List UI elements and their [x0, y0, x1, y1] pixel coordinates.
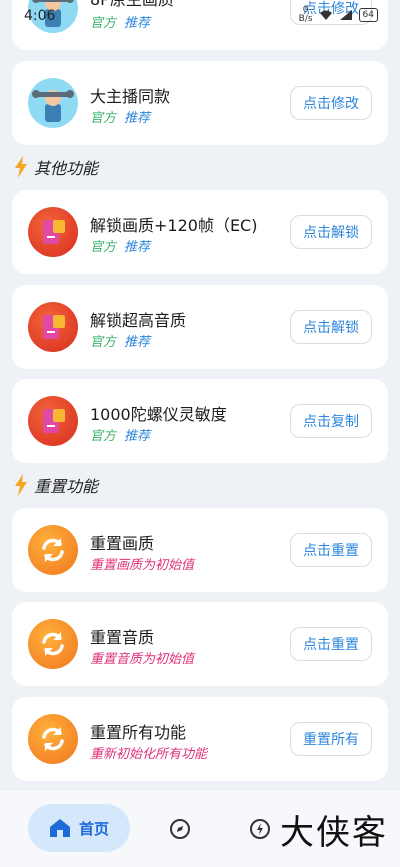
- card-title: 大主播同款: [90, 87, 171, 106]
- unlock-button[interactable]: 点击解锁: [290, 215, 372, 249]
- tag-official: 官方: [90, 240, 117, 255]
- puzzle-gift-icon: [28, 207, 78, 257]
- unlock-button[interactable]: 点击解锁: [290, 310, 372, 344]
- card-tags: 官方 推荐: [90, 107, 150, 126]
- nav-home-label: 首页: [78, 819, 109, 838]
- reset-card: 重置所有功能 重新初始化所有功能 重置所有: [12, 697, 388, 781]
- wifi-icon: [319, 10, 332, 20]
- feature-card: 大主播同款 官方 推荐 点击修改: [12, 61, 388, 145]
- compass-icon[interactable]: [169, 818, 191, 840]
- card-title: 重置画质: [90, 534, 155, 553]
- tag-recommend: 推荐: [124, 335, 151, 350]
- card-subtitle: 重置音质为初始值: [90, 652, 195, 667]
- net-speed: 0 B/s: [299, 6, 313, 24]
- reset-card: 重置音质 重置音质为初始值 点击重置: [12, 602, 388, 686]
- tag-recommend: 推荐: [124, 240, 151, 255]
- refresh-icon: [28, 619, 78, 669]
- card-title: 重置音质: [90, 628, 155, 647]
- watermark-logo: 大侠客: [280, 813, 388, 853]
- battery-indicator: 64: [358, 8, 378, 22]
- reset-button[interactable]: 点击重置: [290, 627, 372, 661]
- reset-all-button[interactable]: 重置所有: [290, 722, 372, 756]
- card-title: 重置所有功能: [90, 723, 187, 742]
- card-title: 解锁超高音质: [90, 311, 187, 330]
- card-title: 1000陀螺仪灵敏度: [90, 405, 227, 424]
- net-speed-unit: B/s: [298, 14, 313, 24]
- tag-official: 官方: [90, 335, 117, 350]
- card-tags: 官方 推荐: [90, 425, 150, 444]
- refresh-icon: [28, 525, 78, 575]
- card-tags: 官方 推荐: [90, 331, 150, 350]
- status-indicators: 0 B/s 64: [299, 6, 378, 24]
- section-header-other: 其他功能: [14, 155, 98, 179]
- tag-official: 官方: [90, 111, 117, 126]
- copy-button[interactable]: 点击复制: [290, 404, 372, 438]
- section-title: 重置功能: [34, 477, 99, 496]
- modify-button[interactable]: 点击修改: [290, 86, 372, 120]
- tag-recommend: 推荐: [124, 111, 151, 126]
- feature-card: 解锁超高音质 官方 推荐 点击解锁: [12, 285, 388, 369]
- lightning-icon: [15, 156, 27, 178]
- lightning-circle-icon[interactable]: [249, 818, 271, 840]
- puzzle-gift-icon: [28, 396, 78, 446]
- status-time: 4:06: [24, 8, 56, 24]
- nav-home-tab[interactable]: 首页: [28, 804, 130, 852]
- section-title: 其他功能: [34, 159, 99, 178]
- feature-card: 1000陀螺仪灵敏度 官方 推荐 点击复制: [12, 379, 388, 463]
- feature-card: 解锁画质+120帧（EC) 官方 推荐 点击解锁: [12, 190, 388, 274]
- lightning-icon: [15, 474, 27, 496]
- home-icon: [49, 819, 70, 837]
- signal-icon: [339, 10, 352, 20]
- tag-recommend: 推荐: [124, 429, 151, 444]
- bottom-nav: 首页 大侠客: [0, 791, 400, 867]
- card-tags: 官方 推荐: [90, 236, 150, 255]
- reset-card: 重置画质 重置画质为初始值 点击重置: [12, 508, 388, 592]
- section-header-reset: 重置功能: [14, 473, 98, 497]
- card-title: 解锁画质+120帧（EC): [90, 216, 258, 235]
- tag-official: 官方: [90, 429, 117, 444]
- status-bar: 4:06 0 B/s 64: [0, 0, 400, 30]
- wrench-character-icon: [28, 78, 78, 128]
- card-subtitle: 重新初始化所有功能: [90, 747, 208, 762]
- card-subtitle: 重置画质为初始值: [90, 558, 195, 573]
- refresh-icon: [28, 714, 78, 764]
- puzzle-gift-icon: [28, 302, 78, 352]
- reset-button[interactable]: 点击重置: [290, 533, 372, 567]
